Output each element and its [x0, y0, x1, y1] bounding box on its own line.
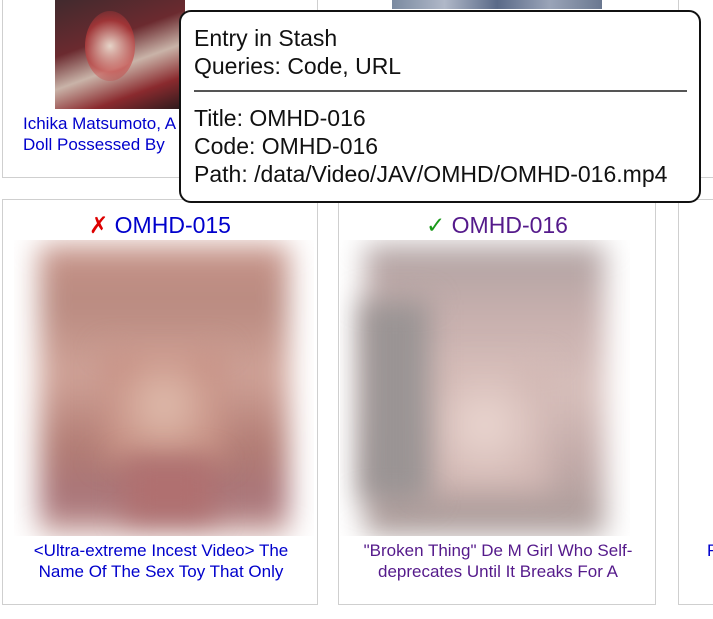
card-title[interactable]: ✓ OMHD-016 — [339, 211, 655, 239]
tooltip-queries: Queries: Code, URL — [194, 53, 402, 79]
card-caption[interactable]: <Ultra-extreme Incest Video> The Name Of… — [13, 540, 309, 582]
cover-image-top-middle[interactable] — [392, 0, 602, 9]
tooltip-title: Title: OMHD-016 — [194, 105, 366, 131]
tooltip-code: Code: OMHD-016 — [194, 133, 379, 159]
video-card-omhd-015[interactable]: ✗ OMHD-015 <Ultra-extreme Incest Video> … — [2, 199, 318, 605]
in-stash-icon: ✓ — [426, 212, 446, 238]
video-card-right-partial[interactable]: F — [678, 199, 713, 605]
cover-image[interactable] — [14, 240, 314, 536]
tooltip-path: Path: /data/Video/JAV/OMHD/OMHD-016.mp4 — [194, 161, 668, 187]
cover-art-center — [104, 350, 224, 460]
tooltip-heading: Entry in Stash — [194, 25, 338, 51]
caption-line-2[interactable]: deprecates Until It Breaks For A — [347, 561, 649, 582]
video-code-link[interactable]: OMHD-015 — [115, 212, 231, 238]
card-title[interactable]: ✗ OMHD-015 — [3, 211, 317, 239]
page: Ichika Matsumoto, A Doll Possessed By ✗ … — [0, 0, 713, 619]
caption-line-1[interactable]: "Broken Thing" De M Girl Who Self- — [347, 540, 649, 561]
cover-art-left-shade — [360, 300, 430, 500]
card-caption[interactable]: F — [707, 540, 713, 561]
caption-line-1[interactable]: F — [707, 540, 713, 561]
caption-line-1[interactable]: <Ultra-extreme Incest Video> The — [13, 540, 309, 561]
cover-art-lower — [124, 460, 214, 520]
tooltip-divider — [194, 90, 687, 92]
cover-art-highlight — [85, 11, 135, 81]
not-in-stash-icon: ✗ — [89, 212, 109, 238]
video-card-omhd-016[interactable]: ✓ OMHD-016 "Broken Thing" De M Girl Who … — [338, 199, 656, 605]
cover-image[interactable] — [55, 0, 185, 109]
card-caption[interactable]: "Broken Thing" De M Girl Who Self- depre… — [347, 540, 649, 582]
caption-line-2[interactable]: Name Of The Sex Toy That Only — [13, 561, 309, 582]
cover-art-center — [420, 360, 550, 490]
cover-image[interactable] — [340, 240, 630, 536]
stash-entry-tooltip: Entry in Stash Queries: Code, URL Title:… — [179, 10, 701, 203]
video-code-link[interactable]: OMHD-016 — [452, 212, 568, 238]
